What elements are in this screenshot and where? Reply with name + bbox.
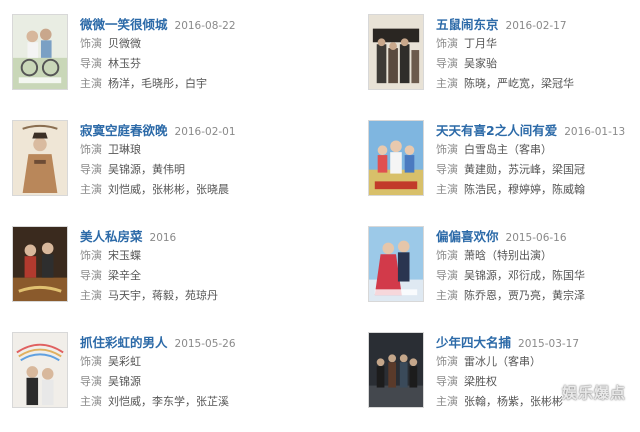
film-title[interactable]: 抓住彩虹的男人	[80, 335, 168, 350]
cast-row: 主演 刘恺威，李东学，张芷溪	[80, 395, 229, 408]
poster-five-rats-icon[interactable]	[368, 14, 424, 90]
role-row: 饰演 卫琳琅	[80, 143, 141, 156]
film-card[interactable]: 五鼠闹东京 2016-02-17 饰演 丁月华 导演 吴家骀 主演 陈晓，严屹宽，梁冠华	[356, 14, 640, 114]
film-date: 2015-03-17	[518, 338, 580, 350]
cast-value: 陈晓，严屹宽，梁冠华	[464, 77, 574, 90]
director-row: 导演 黄建勋，苏沅峰，梁国冠	[436, 163, 585, 176]
watermark: 娱乐爆点	[561, 384, 626, 402]
film-title[interactable]: 寂寞空庭春欲晚	[80, 123, 168, 138]
film-date: 2016-02-17	[505, 20, 567, 32]
poster-rainbow-man-icon[interactable]	[12, 332, 68, 408]
cast-value: 马天宇，蒋毅，苑琼丹	[108, 289, 218, 302]
cast-value: 刘恺威，张彬彬，张晓晨	[108, 183, 229, 196]
role-value: 萧晗（特别出演）	[464, 249, 552, 262]
film-date: 2015-06-16	[505, 232, 567, 244]
film-title[interactable]: 少年四大名捕	[436, 335, 511, 350]
role-value: 雷冰儿（客串）	[464, 355, 541, 368]
cast-row: 主演 陈乔恩，贾乃亮，黄宗泽	[436, 289, 585, 302]
poster-four-detectives-icon[interactable]	[368, 332, 424, 408]
director-row: 导演 林玉芬	[80, 57, 141, 70]
role-value: 白雪岛主（客串）	[464, 143, 552, 156]
film-card[interactable]: 微微一笑很倾城 2016-08-22 饰演 贝微微 导演 林玉芬 主演 杨洋，毛晓彤，白…	[0, 14, 320, 114]
director-value: 吴锦源，邓衍成，陈国华	[464, 269, 585, 282]
film-date: 2016	[149, 232, 177, 244]
role-row: 饰演 贝微微	[80, 37, 141, 50]
film-card[interactable]: 天天有喜2之人间有爱 2016-01-13 饰演 白雪岛主（客串） 导演 黄建勋，苏沅…	[356, 120, 640, 220]
role-value: 卫琳琅	[108, 143, 141, 156]
cast-value: 陈浩民，穆婷婷，陈威翰	[464, 183, 585, 196]
poster-just-like-you-icon[interactable]	[368, 226, 424, 302]
film-title[interactable]: 偏偏喜欢你	[436, 229, 499, 244]
film-title[interactable]: 天天有喜2之人间有爱	[436, 123, 557, 138]
role-value: 贝微微	[108, 37, 141, 50]
film-card[interactable]: 寂寞空庭春欲晚 2016-02-01 饰演 卫琳琅 导演 吴锦源，黄伟明 主演 刘恺威，…	[0, 120, 320, 220]
filmography-grid: 微微一笑很倾城 2016-08-22 饰演 贝微微 导演 林玉芬 主演 杨洋，毛晓彤，白…	[0, 0, 640, 413]
director-value: 吴家骀	[464, 57, 497, 70]
cast-row: 主演 马天宇，蒋毅，苑琼丹	[80, 289, 218, 302]
film-card[interactable]: 抓住彩虹的男人 2015-05-26 饰演 吴彩虹 导演 吴锦源 主演 刘恺威，李东学，…	[0, 332, 320, 432]
poster-happy-everyday-icon[interactable]	[368, 120, 424, 196]
role-row: 饰演 白雪岛主（客串）	[436, 143, 552, 156]
director-value: 黄建勋，苏沅峰，梁国冠	[464, 163, 585, 176]
director-row: 导演 吴锦源，邓衍成，陈国华	[436, 269, 585, 282]
cast-row: 主演 陈晓，严屹宽，梁冠华	[436, 77, 574, 90]
cast-row: 主演 刘恺威，张彬彬，张晓晨	[80, 183, 229, 196]
cast-value: 刘恺威，李东学，张芷溪	[108, 395, 229, 408]
film-card[interactable]: 美人私房菜 2016 饰演 宋玉蝶 导演 梁辛全 主演 马天宇，蒋毅，苑琼丹	[0, 226, 320, 326]
role-row: 饰演 丁月华	[436, 37, 497, 50]
director-value: 吴锦源	[108, 375, 141, 388]
director-value: 梁辛全	[108, 269, 141, 282]
director-row: 导演 梁辛全	[80, 269, 141, 282]
director-value: 吴锦源，黄伟明	[108, 163, 185, 176]
cast-value: 杨洋，毛晓彤，白宇	[108, 77, 207, 90]
role-value: 吴彩虹	[108, 355, 141, 368]
poster-love-o2o-icon[interactable]	[12, 14, 68, 90]
film-title[interactable]: 微微一笑很倾城	[80, 17, 168, 32]
film-date: 2015-05-26	[174, 338, 236, 350]
cast-row: 主演 杨洋，毛晓彤，白宇	[80, 77, 207, 90]
film-title[interactable]: 五鼠闹东京	[436, 17, 499, 32]
poster-beauty-kitchen-icon[interactable]	[12, 226, 68, 302]
role-row: 饰演 萧晗（特别出演）	[436, 249, 552, 262]
director-row: 导演 吴锦源，黄伟明	[80, 163, 185, 176]
role-row: 饰演 宋玉蝶	[80, 249, 141, 262]
film-date: 2016-02-01	[174, 126, 236, 138]
director-value: 林玉芬	[108, 57, 141, 70]
role-row: 饰演 雷冰儿（客串）	[436, 355, 541, 368]
director-row: 导演 吴家骀	[436, 57, 497, 70]
director-row: 导演 吴锦源	[80, 375, 141, 388]
director-value: 梁胜权	[464, 375, 497, 388]
poster-lonely-courtyard-icon[interactable]	[12, 120, 68, 196]
cast-value: 陈乔恩，贾乃亮，黄宗泽	[464, 289, 585, 302]
role-value: 丁月华	[464, 37, 497, 50]
film-date: 2016-08-22	[174, 20, 236, 32]
cast-row: 主演 陈浩民，穆婷婷，陈威翰	[436, 183, 585, 196]
role-value: 宋玉蝶	[108, 249, 141, 262]
cast-value: 张翰，杨紫，张彬彬	[464, 395, 563, 408]
role-row: 饰演 吴彩虹	[80, 355, 141, 368]
film-title[interactable]: 美人私房菜	[80, 229, 143, 244]
film-card[interactable]: 偏偏喜欢你 2015-06-16 饰演 萧晗（特别出演） 导演 吴锦源，邓衍成，陈国华…	[356, 226, 640, 326]
film-date: 2016-01-13	[564, 126, 626, 138]
